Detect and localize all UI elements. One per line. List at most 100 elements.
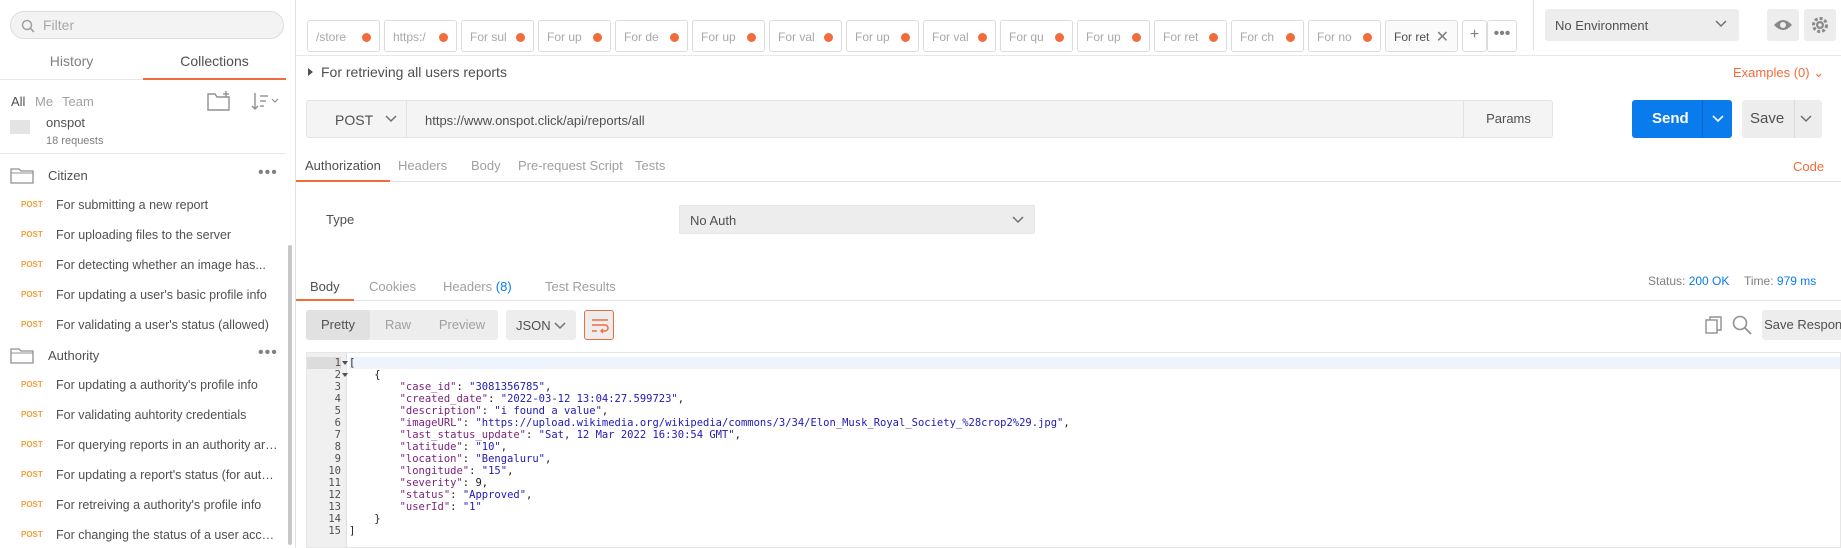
sort-icon[interactable] xyxy=(250,91,280,111)
request-item[interactable]: POST For updating a user's basic profile… xyxy=(0,282,286,308)
chevron-down-icon[interactable] xyxy=(1800,115,1812,123)
request-item[interactable]: POST For submitting a new report xyxy=(0,192,286,218)
folder-citizen[interactable]: Citizen ••• xyxy=(0,162,286,188)
filter-team[interactable]: Team xyxy=(62,94,94,109)
json-key: "latitude" xyxy=(399,441,463,453)
examples-link[interactable]: Examples (0) ⌄ xyxy=(1733,65,1824,81)
request-tab[interactable]: For up xyxy=(1077,20,1150,52)
unsaved-dot-icon xyxy=(747,33,756,42)
environment-quick-look-button[interactable] xyxy=(1767,9,1799,41)
request-tab[interactable]: For up xyxy=(692,20,765,52)
tab-tests[interactable]: Tests xyxy=(631,152,669,182)
new-collection-icon[interactable] xyxy=(206,90,232,112)
wrap-lines-button[interactable] xyxy=(584,310,614,340)
response-body-editor[interactable]: 1 2 3 4 5 6 7 8 9 10 11 12 13 14 15 [ { … xyxy=(306,352,1841,548)
tab-overflow-button[interactable]: ••• xyxy=(1487,20,1517,52)
request-item[interactable]: POST For validating auhtority credential… xyxy=(0,402,286,428)
tab-body[interactable]: Body xyxy=(467,152,505,182)
filter-search-box[interactable] xyxy=(10,11,284,39)
request-tab[interactable]: /store xyxy=(307,20,380,52)
view-raw[interactable]: Raw xyxy=(370,310,426,340)
search-icon[interactable] xyxy=(1731,314,1753,336)
send-label: Send xyxy=(1652,110,1689,127)
environment-select[interactable]: No Environment xyxy=(1545,9,1739,41)
json-comma: , xyxy=(1063,417,1070,429)
request-item[interactable]: POST For updating a authority's profile … xyxy=(0,372,286,398)
request-title[interactable]: For retrieving all users reports xyxy=(308,64,507,80)
line-number: 5 xyxy=(334,405,341,417)
folder-more-icon[interactable]: ••• xyxy=(258,344,278,362)
json-key: "status" xyxy=(399,489,451,501)
folder-authority[interactable]: Authority ••• xyxy=(0,342,286,368)
request-tab-label: For up xyxy=(855,30,890,44)
request-tab[interactable]: https:/ xyxy=(384,20,457,52)
save-button[interactable]: Save xyxy=(1742,100,1822,138)
tab-test-results[interactable]: Test Results xyxy=(541,268,620,301)
collection-onspot[interactable]: onspot 18 requests xyxy=(0,118,286,154)
code-text: } xyxy=(349,513,381,525)
request-name: For validating auhtority credentials xyxy=(56,408,247,422)
save-response-button[interactable]: Save Response xyxy=(1762,310,1841,340)
request-item[interactable]: POST For changing the status of a user a… xyxy=(0,522,286,548)
request-item[interactable]: POST For querying reports in an authorit… xyxy=(0,432,286,458)
tab-response-body[interactable]: Body xyxy=(296,268,354,301)
send-button[interactable]: Send xyxy=(1632,100,1732,138)
sidebar-scrollbar[interactable] xyxy=(288,245,292,545)
fold-arrow-icon[interactable] xyxy=(342,373,348,377)
view-preview[interactable]: Preview xyxy=(426,310,498,340)
method-select[interactable]: POST xyxy=(307,101,407,137)
code-line: } xyxy=(349,513,381,525)
filter-input[interactable] xyxy=(43,16,273,34)
unsaved-dot-icon xyxy=(901,33,910,42)
json-comma: , xyxy=(526,489,533,501)
method-badge: POST xyxy=(21,470,43,479)
request-tab[interactable]: For ch xyxy=(1231,20,1304,52)
request-tab-label: For val xyxy=(932,30,969,44)
tab-pre-request-script[interactable]: Pre-request Script xyxy=(514,152,627,182)
params-button[interactable]: Params xyxy=(1463,101,1553,137)
request-tab[interactable]: For val xyxy=(769,20,842,52)
request-tab[interactable]: For qu xyxy=(1000,20,1073,52)
request-item[interactable]: POST For uploading files to the server xyxy=(0,222,286,248)
tab-history[interactable]: History xyxy=(0,48,143,80)
request-tab[interactable]: For val xyxy=(923,20,996,52)
new-tab-button[interactable]: + xyxy=(1462,20,1487,52)
tab-response-headers[interactable]: Headers (8) xyxy=(439,268,516,301)
request-item[interactable]: POST For updating a report's status (for… xyxy=(0,462,286,488)
request-item[interactable]: POST For detecting whether an image has.… xyxy=(0,252,286,278)
request-tab[interactable]: For no xyxy=(1308,20,1381,52)
method-badge: POST xyxy=(21,530,43,539)
close-tab-icon[interactable]: ✕ xyxy=(1436,27,1449,47)
time-value[interactable]: 979 ms xyxy=(1777,274,1816,288)
tab-authorization[interactable]: Authorization xyxy=(296,152,390,182)
request-item[interactable]: POST For validating a user's status (all… xyxy=(0,312,286,338)
request-tab-label: For qu xyxy=(1009,30,1044,44)
response-format-select[interactable]: JSON xyxy=(506,310,576,340)
request-tab[interactable]: For up xyxy=(538,20,611,52)
copy-icon[interactable] xyxy=(1703,314,1725,336)
view-pretty[interactable]: Pretty xyxy=(306,310,370,340)
chevron-down-icon[interactable] xyxy=(1712,115,1724,123)
manage-environments-button[interactable] xyxy=(1804,9,1836,41)
auth-type-select[interactable]: No Auth xyxy=(679,205,1035,234)
code-line: "userId": "1" xyxy=(399,501,482,513)
send-divider xyxy=(1702,100,1703,138)
filter-me[interactable]: Me xyxy=(35,94,53,109)
request-tab[interactable]: For de xyxy=(615,20,688,52)
tab-response-cookies[interactable]: Cookies xyxy=(365,268,420,301)
request-tab[interactable]: For ret xyxy=(1154,20,1227,52)
tab-collections[interactable]: Collections xyxy=(143,48,286,80)
json-value[interactable]: "https://upload.wikimedia.org/wikipedia/… xyxy=(475,417,1063,429)
filter-all[interactable]: All xyxy=(11,94,25,109)
request-tab[interactable]: For up xyxy=(846,20,919,52)
tab-headers[interactable]: Headers xyxy=(394,152,451,182)
status-value[interactable]: 200 OK xyxy=(1689,274,1730,288)
request-tab-active[interactable]: For ret ✕ xyxy=(1385,20,1458,52)
request-tab[interactable]: For sul xyxy=(461,20,534,52)
request-item[interactable]: POST For retreiving a authority's profil… xyxy=(0,492,286,518)
request-tab-label: https:/ xyxy=(393,30,426,44)
code-link[interactable]: Code xyxy=(1793,159,1824,174)
url-input[interactable] xyxy=(425,111,1325,129)
fold-arrow-icon[interactable] xyxy=(342,361,348,365)
folder-more-icon[interactable]: ••• xyxy=(258,164,278,182)
